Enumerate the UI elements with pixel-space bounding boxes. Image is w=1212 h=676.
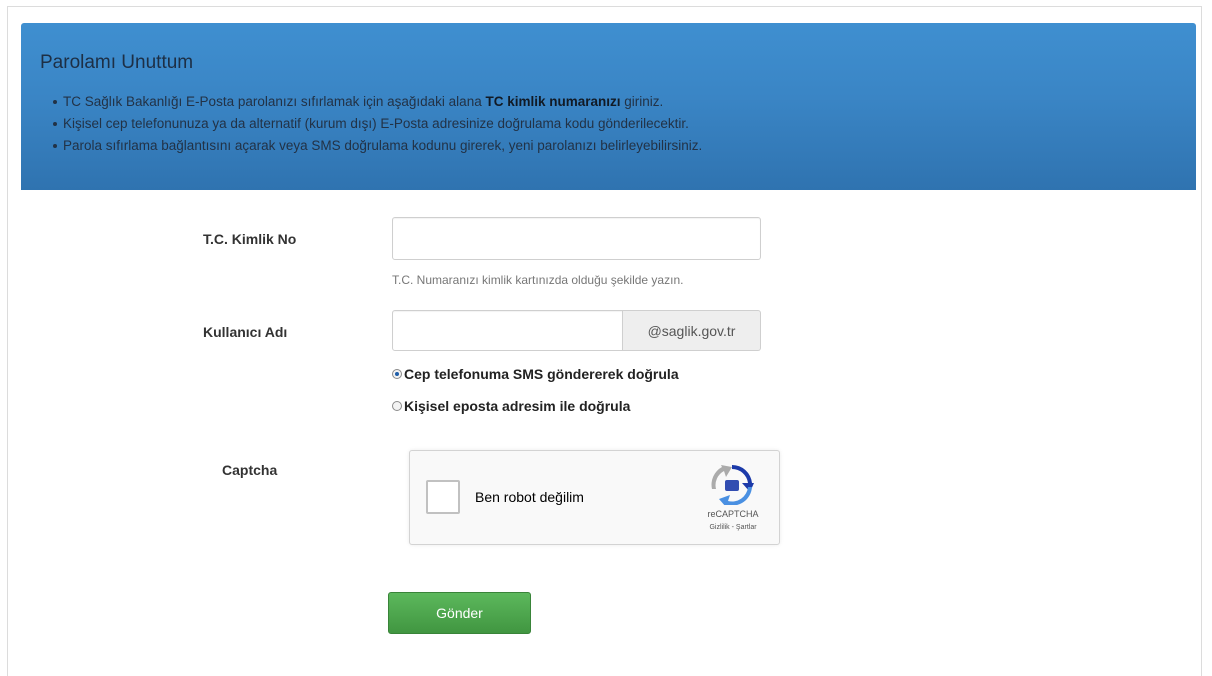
recaptcha-checkbox-label: Ben robot değilim xyxy=(475,489,584,505)
instruction-text: Kişisel cep telefonunuza ya da alternati… xyxy=(63,116,689,131)
recaptcha-brand: reCAPTCHA xyxy=(707,509,759,519)
instruction-text: Parola sıfırlama bağlantısını açarak vey… xyxy=(63,138,703,153)
email-radio-label: Kişisel eposta adresim ile doğrula xyxy=(404,398,631,414)
page-title: Parolamı Unuttum xyxy=(40,52,194,73)
instruction-emphasis: TC kimlik numaranızı xyxy=(485,94,621,109)
sms-radio[interactable] xyxy=(392,369,402,379)
instruction-item: Kişisel cep telefonunuza ya da alternati… xyxy=(53,113,702,135)
recaptcha-privacy-link[interactable]: Gizlilik xyxy=(709,524,729,531)
tc-kimlik-label: T.C. Kimlik No xyxy=(203,231,297,247)
email-radio[interactable] xyxy=(392,401,402,411)
username-input[interactable] xyxy=(392,310,623,351)
tc-kimlik-hint: T.C. Numaranızı kimlik kartınızda olduğu… xyxy=(392,273,684,287)
submit-button[interactable]: Gönder xyxy=(388,592,531,634)
instruction-item: TC Sağlık Bakanlığı E-Posta parolanızı s… xyxy=(53,91,702,113)
instruction-text: giriniz. xyxy=(620,94,664,109)
recaptcha-terms-link[interactable]: Şartlar xyxy=(736,524,757,531)
verify-sms-option[interactable]: Cep telefonuma SMS göndererek doğrula xyxy=(392,366,679,382)
username-label: Kullanıcı Adı xyxy=(203,324,288,340)
recaptcha-widget: Ben robot değilim reCAPTCHA Gizlilik - Ş… xyxy=(409,450,780,545)
instruction-item: Parola sıfırlama bağlantısını açarak vey… xyxy=(53,135,702,157)
tc-kimlik-input[interactable] xyxy=(392,217,761,260)
instruction-list: TC Sağlık Bakanlığı E-Posta parolanızı s… xyxy=(53,91,702,157)
recaptcha-links: Gizlilik - Şartlar xyxy=(698,524,768,531)
instruction-text: TC Sağlık Bakanlığı E-Posta parolanızı s… xyxy=(63,94,486,109)
recaptcha-icon xyxy=(711,465,754,505)
sms-radio-label: Cep telefonuma SMS göndererek doğrula xyxy=(404,366,679,382)
email-domain-addon: @saglik.gov.tr xyxy=(623,310,761,351)
info-banner: Parolamı Unuttum TC Sağlık Bakanlığı E-P… xyxy=(21,23,1196,190)
recaptcha-checkbox[interactable] xyxy=(426,480,460,514)
captcha-label: Captcha xyxy=(222,462,278,478)
verify-email-option[interactable]: Kişisel eposta adresim ile doğrula xyxy=(392,398,630,414)
